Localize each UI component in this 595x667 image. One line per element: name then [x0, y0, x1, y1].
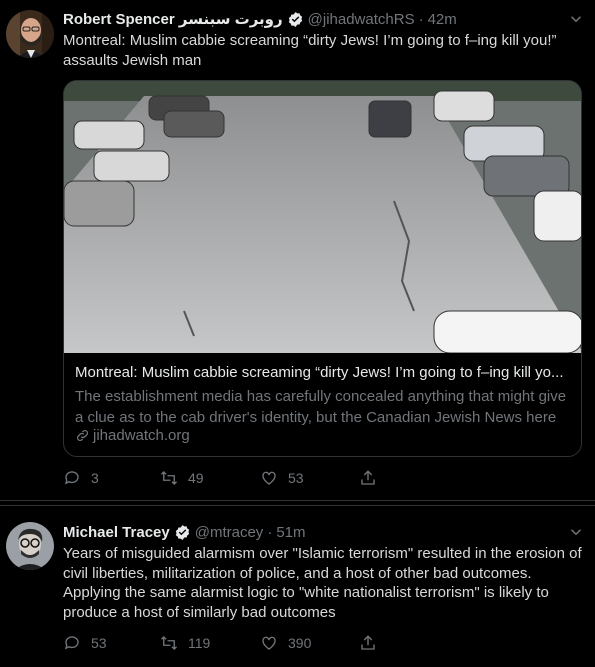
like-button[interactable]: 53	[260, 466, 304, 490]
timeline-feed: Robert Spencer روبرت سبنسر @jihadwatchRS…	[0, 0, 595, 667]
separator-dot: ·	[418, 10, 424, 28]
separator-dot: ·	[267, 523, 273, 541]
author-handle[interactable]: @mtracey	[195, 524, 264, 541]
retweet-count: 119	[188, 635, 211, 651]
retweet-icon	[161, 471, 177, 485]
tweet-actions: 53 119 390	[63, 631, 393, 655]
link-card[interactable]: Montreal: Muslim cabbie screaming “dirty…	[63, 80, 582, 457]
tweet-robert-spencer[interactable]: Robert Spencer روبرت سبنسر @jihadwatchRS…	[0, 0, 595, 501]
reply-icon	[64, 471, 79, 485]
verified-badge-icon	[175, 524, 189, 540]
tweet-actions: 3 49 53	[63, 466, 393, 490]
card-description: The establishment media has carefully co…	[75, 388, 567, 426]
tweet-timestamp[interactable]: 51m	[276, 524, 305, 541]
card-image	[64, 81, 581, 353]
like-icon	[262, 636, 276, 650]
like-button[interactable]: 390	[260, 631, 311, 655]
share-button[interactable]	[359, 466, 387, 490]
author-name[interactable]: Robert Spencer روبرت سبنسر	[63, 10, 283, 28]
card-domain[interactable]: jihadwatch.org	[75, 427, 190, 444]
card-domain-text: jihadwatch.org	[93, 427, 190, 444]
link-icon	[77, 430, 88, 441]
author-handle[interactable]: @jihadwatchRS	[308, 11, 415, 28]
retweet-button[interactable]: 49	[160, 466, 204, 490]
retweet-count: 49	[188, 470, 204, 486]
like-icon	[262, 471, 276, 485]
like-count: 390	[288, 635, 312, 651]
share-icon	[361, 635, 375, 650]
reply-count: 3	[91, 470, 99, 486]
retweet-icon	[161, 636, 177, 650]
avatar[interactable]	[6, 10, 54, 58]
reply-icon	[64, 636, 79, 650]
reply-button[interactable]: 53	[63, 631, 107, 655]
card-title[interactable]: Montreal: Muslim cabbie screaming “dirty…	[75, 364, 571, 381]
share-icon	[361, 470, 375, 485]
tweet-michael-tracey[interactable]: Michael Tracey @mtracey · 51m Years of m…	[0, 505, 595, 667]
tweet-header: Robert Spencer روبرت سبنسر @jihadwatchRS…	[63, 8, 585, 30]
tweet-timestamp[interactable]: 42m	[428, 11, 457, 28]
reply-count: 53	[91, 635, 107, 651]
author-name[interactable]: Michael Tracey	[63, 524, 170, 541]
retweet-button[interactable]: 119	[160, 631, 210, 655]
chevron-down-icon[interactable]	[567, 523, 585, 541]
tweet-text: Years of misguided alarmism over "Islami…	[63, 545, 582, 621]
avatar[interactable]	[6, 522, 54, 570]
chevron-down-icon[interactable]	[567, 10, 585, 28]
tweet-text: Montreal: Muslim cabbie screaming “dirty…	[63, 32, 557, 69]
reply-button[interactable]: 3	[63, 466, 99, 490]
verified-badge-icon	[288, 11, 302, 27]
tweet-header: Michael Tracey @mtracey · 51m	[63, 521, 585, 543]
share-button[interactable]	[359, 631, 387, 655]
like-count: 53	[288, 470, 304, 486]
